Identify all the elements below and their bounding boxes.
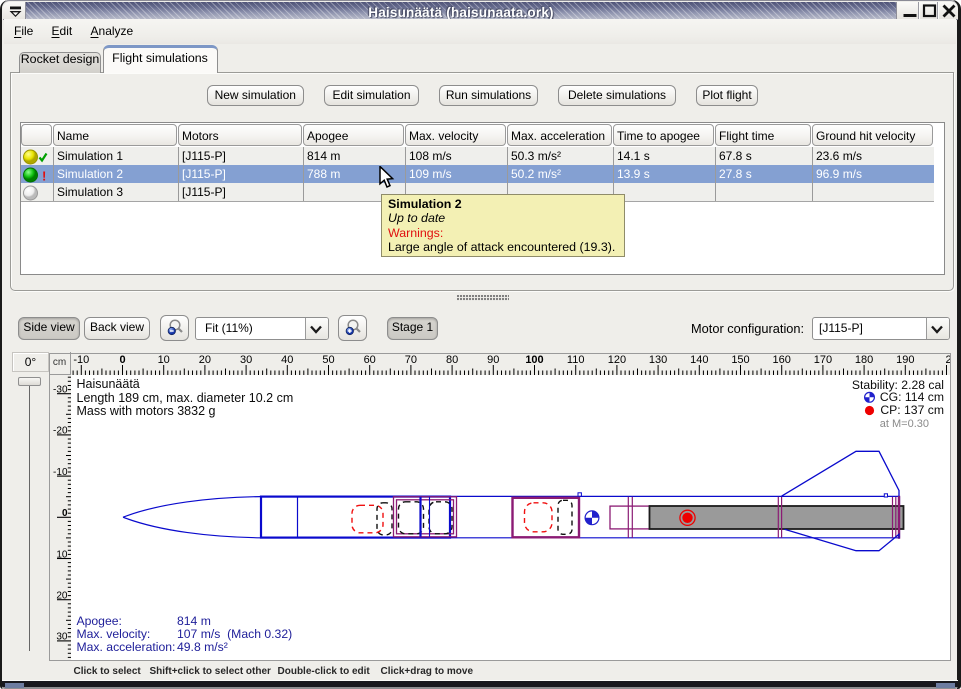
svg-text:50: 50 <box>322 354 334 366</box>
svg-text:30: 30 <box>56 632 68 643</box>
svg-text:170: 170 <box>814 354 832 366</box>
svg-text:200: 200 <box>946 354 952 366</box>
svg-text:140: 140 <box>690 354 708 366</box>
svg-text:-10: -10 <box>53 467 68 478</box>
svg-text:110: 110 <box>567 354 585 366</box>
svg-text:0: 0 <box>119 354 125 366</box>
svg-text:120: 120 <box>608 354 626 366</box>
svg-text:-30: -30 <box>53 385 68 396</box>
svg-text:90: 90 <box>487 354 499 366</box>
svg-text:30: 30 <box>240 354 252 366</box>
svg-text:20: 20 <box>199 354 211 366</box>
svg-text:160: 160 <box>773 354 791 366</box>
svg-text:10: 10 <box>158 354 170 366</box>
svg-text:0: 0 <box>62 508 68 519</box>
svg-text:190: 190 <box>896 354 914 366</box>
svg-text:130: 130 <box>649 354 667 366</box>
svg-text:40: 40 <box>281 354 293 366</box>
svg-text:80: 80 <box>446 354 458 366</box>
svg-text:10: 10 <box>56 549 68 560</box>
svg-text:-20: -20 <box>53 426 68 437</box>
svg-text:20: 20 <box>56 591 68 602</box>
svg-text:-10: -10 <box>73 354 89 366</box>
svg-text:60: 60 <box>364 354 376 366</box>
svg-text:100: 100 <box>525 354 543 366</box>
svg-text:150: 150 <box>731 354 749 366</box>
svg-text:180: 180 <box>855 354 873 366</box>
svg-text:!: ! <box>42 169 46 184</box>
svg-text:70: 70 <box>405 354 417 366</box>
